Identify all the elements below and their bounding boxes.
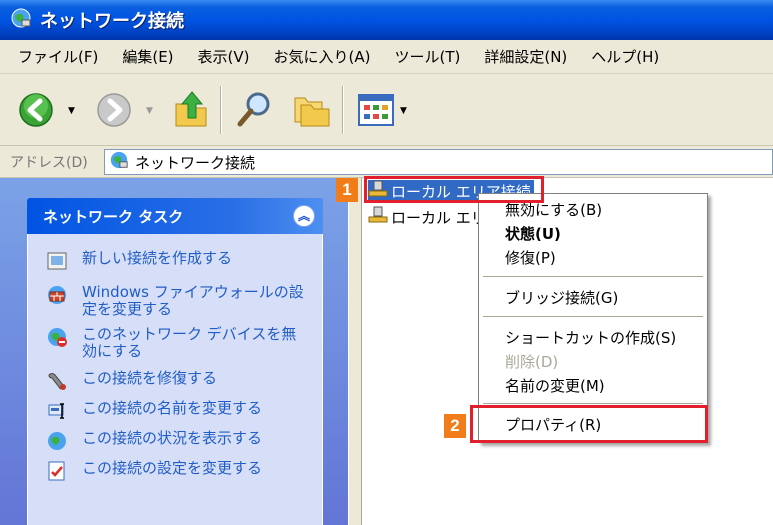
address-value: ネットワーク接続 bbox=[135, 153, 256, 172]
menu-help[interactable]: ヘルプ(H) bbox=[579, 46, 671, 67]
network-adapter-icon bbox=[368, 206, 388, 228]
menu-item-status[interactable]: 状態(U) bbox=[505, 223, 561, 244]
menu-item-delete: 削除(D) bbox=[505, 353, 559, 371]
menu-item-rename[interactable]: 名前の変更(M) bbox=[505, 375, 605, 396]
toolbar-separator bbox=[342, 86, 344, 134]
menu-tools[interactable]: ツール(T) bbox=[382, 46, 472, 67]
address-label: アドレス(D) bbox=[10, 155, 88, 171]
highlight-box-step2 bbox=[470, 405, 708, 443]
collapse-chevron-icon[interactable]: ︽ bbox=[293, 205, 315, 227]
menu-separator bbox=[483, 403, 703, 404]
status-icon bbox=[46, 430, 68, 452]
title-bar: ネットワーク接続 bbox=[0, 0, 773, 40]
rename-icon bbox=[46, 400, 68, 422]
network-tasks-header[interactable]: ネットワーク タスク ︽ bbox=[27, 198, 323, 234]
menu-view[interactable]: 表示(V) bbox=[186, 46, 262, 67]
task-label: この接続の状況を表示する bbox=[82, 429, 263, 447]
connection-label: ローカル エリ bbox=[391, 208, 486, 227]
step-badge-1: 1 bbox=[336, 178, 358, 202]
address-bar: アドレス(D) ネットワーク接続 bbox=[0, 146, 773, 178]
task-view-status[interactable]: この接続の状況を表示する bbox=[46, 430, 304, 452]
task-label: この接続の名前を変更する bbox=[82, 399, 263, 417]
disable-device-icon bbox=[46, 326, 68, 348]
window-title: ネットワーク接続 bbox=[40, 11, 184, 32]
address-input[interactable]: ネットワーク接続 bbox=[104, 149, 773, 175]
connection-item-local-area-2[interactable]: ローカル エリ bbox=[368, 206, 489, 228]
menu-advanced[interactable]: 詳細設定(N) bbox=[472, 46, 579, 67]
task-disable-device[interactable]: このネットワーク デバイスを無効にする bbox=[46, 326, 304, 360]
views-icon[interactable] bbox=[358, 94, 394, 130]
task-label: Windows ファイアウォールの設定を変更する bbox=[82, 283, 304, 318]
network-connections-icon bbox=[10, 7, 32, 33]
menu-file[interactable]: ファイル(F) bbox=[6, 46, 110, 67]
menu-item-bridge[interactable]: ブリッジ接続(G) bbox=[505, 287, 618, 308]
network-tasks-panel: ネットワーク タスク ︽ 新しい接続を作成する Windows ファイアウォール… bbox=[27, 198, 323, 525]
step-badge-2: 2 bbox=[444, 414, 466, 438]
toolbar: ▼ ▼ ▼ bbox=[0, 74, 773, 146]
network-tasks-title: ネットワーク タスク bbox=[43, 208, 184, 226]
folders-icon[interactable] bbox=[292, 92, 332, 132]
task-repair-connection[interactable]: この接続を修復する bbox=[46, 370, 304, 392]
highlight-box-step1 bbox=[364, 176, 544, 203]
settings-check-icon bbox=[46, 460, 68, 482]
task-label: この接続の設定を変更する bbox=[82, 459, 263, 477]
task-change-settings[interactable]: この接続の設定を変更する bbox=[46, 460, 304, 482]
menu-item-create-shortcut[interactable]: ショートカットの作成(S) bbox=[505, 327, 676, 348]
task-rename-connection[interactable]: この接続の名前を変更する bbox=[46, 400, 304, 422]
task-create-connection[interactable]: 新しい接続を作成する bbox=[46, 250, 304, 272]
wrench-icon bbox=[46, 370, 68, 392]
search-icon[interactable] bbox=[234, 90, 274, 134]
task-firewall-settings[interactable]: Windows ファイアウォールの設定を変更する bbox=[46, 284, 304, 318]
menu-favorites[interactable]: お気に入り(A) bbox=[262, 46, 383, 67]
menu-separator bbox=[483, 316, 703, 317]
pane-splitter[interactable] bbox=[348, 178, 362, 525]
toolbar-separator bbox=[220, 86, 222, 134]
task-label: このネットワーク デバイスを無効にする bbox=[82, 325, 297, 360]
menu-item-repair[interactable]: 修復(P) bbox=[505, 247, 556, 268]
network-connections-icon bbox=[109, 150, 129, 174]
up-folder-icon[interactable] bbox=[172, 88, 212, 134]
task-label: 新しい接続を作成する bbox=[82, 249, 233, 267]
new-connection-icon bbox=[46, 250, 68, 272]
menu-bar: ファイル(F) 編集(E) 表示(V) お気に入り(A) ツール(T) 詳細設定… bbox=[0, 40, 773, 74]
menu-edit[interactable]: 編集(E) bbox=[110, 46, 185, 67]
back-icon[interactable] bbox=[18, 92, 54, 132]
views-dropdown-icon[interactable]: ▼ bbox=[400, 106, 407, 116]
task-label: この接続を修復する bbox=[82, 369, 218, 387]
forward-icon[interactable] bbox=[96, 92, 132, 132]
task-pane: ネットワーク タスク ︽ 新しい接続を作成する Windows ファイアウォール… bbox=[0, 178, 348, 525]
explorer-window: ネットワーク接続 ファイル(F) 編集(E) 表示(V) お気に入り(A) ツー… bbox=[0, 0, 773, 525]
menu-separator bbox=[483, 276, 703, 277]
back-dropdown-icon[interactable]: ▼ bbox=[68, 106, 75, 116]
network-tasks-list: 新しい接続を作成する Windows ファイアウォールの設定を変更する このネッ… bbox=[27, 234, 323, 525]
forward-dropdown-icon[interactable]: ▼ bbox=[146, 106, 153, 116]
firewall-icon bbox=[46, 284, 68, 306]
